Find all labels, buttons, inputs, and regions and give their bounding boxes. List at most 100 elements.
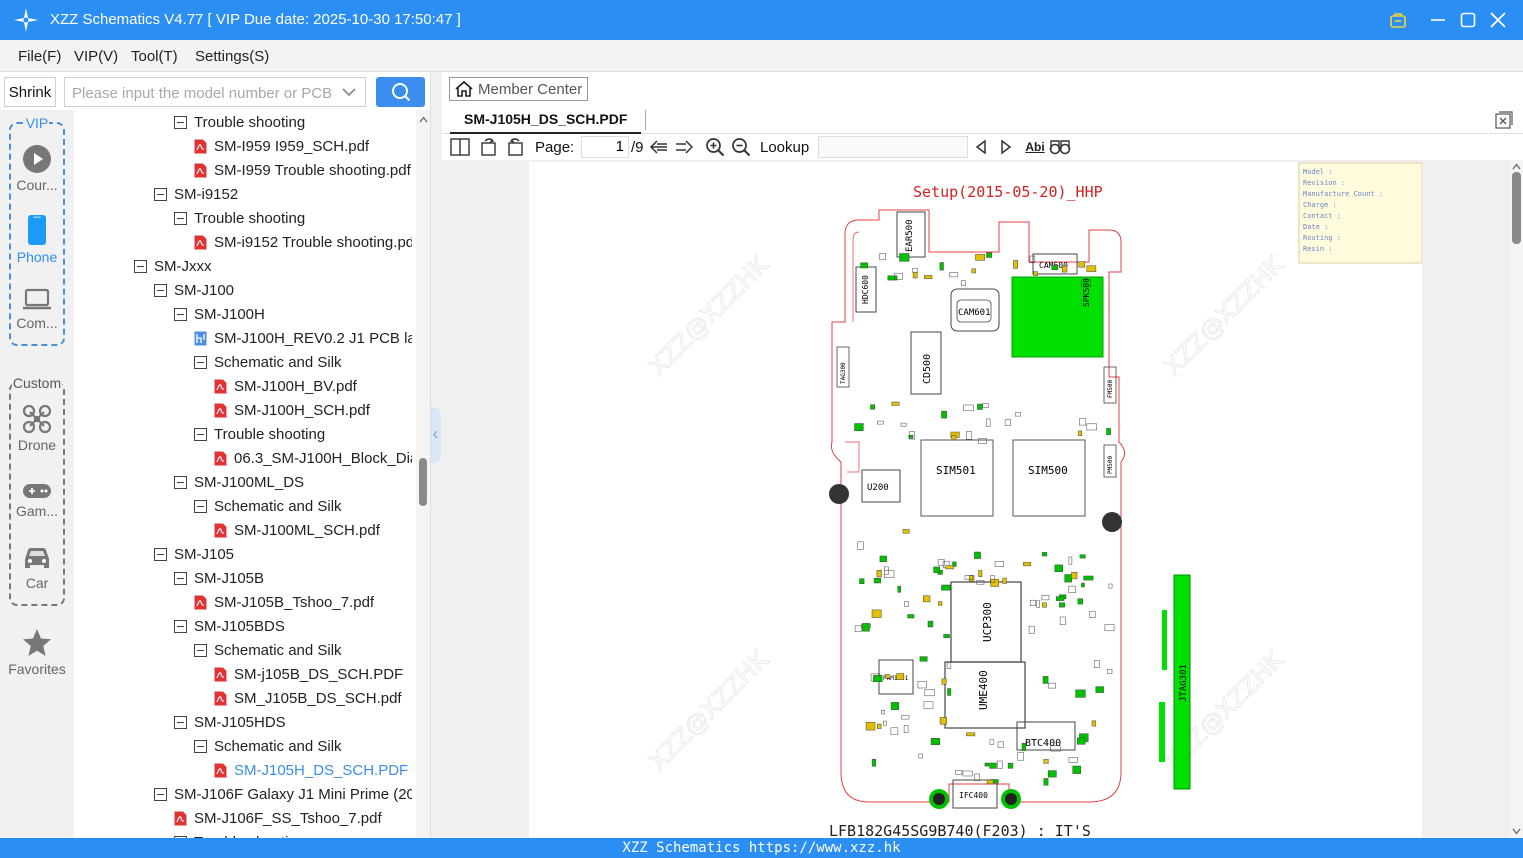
tree-file-node[interactable]: SM-J100ML_SCH.pdf [214, 518, 380, 542]
tree-folder-node[interactable]: SM-J100 [154, 278, 234, 302]
lookup-input[interactable] [818, 136, 968, 158]
tree-folder-node[interactable]: Schematic and Silk [194, 638, 342, 662]
collapse-toggle-icon[interactable] [174, 571, 187, 585]
collapse-toggle-icon[interactable] [194, 739, 207, 753]
menu-file[interactable]: File(F) [18, 48, 61, 65]
tree-file-node[interactable]: SM-j105B_DS_SCH.PDF [214, 662, 403, 686]
collapse-toggle-icon[interactable] [174, 211, 187, 225]
collapse-toggle-icon[interactable] [194, 499, 207, 513]
rail-item-favorites[interactable]: Favorites [0, 628, 74, 677]
tree-folder-node[interactable]: Trouble shooting [174, 110, 305, 134]
tree-file-node[interactable]: SM_J105B_DS_SCH.pdf [214, 686, 402, 710]
tab-sm-j105h-ds-sch[interactable]: SM-J105H_DS_SCH.PDF [450, 106, 642, 134]
collapse-toggle-icon[interactable] [194, 643, 207, 657]
tree-folder-node[interactable]: SM-J105BDS [174, 614, 285, 638]
tree-folder-node[interactable]: Schematic and Silk [194, 494, 342, 518]
tree-file-node[interactable]: SM-J100H_BV.pdf [214, 374, 357, 398]
tree-folder-node[interactable]: SM-J105HDS [174, 710, 286, 734]
minimize-icon[interactable] [1426, 8, 1450, 32]
tree-file-node[interactable]: SM-J106F_SS_Tshoo_7.pdf [174, 806, 382, 830]
page-number-input[interactable]: 1 [581, 136, 629, 158]
collapse-toggle-icon[interactable] [174, 307, 187, 321]
tree-folder-node[interactable]: SM-J100ML_DS [174, 470, 304, 494]
match-case-button[interactable]: Abi [1023, 137, 1047, 157]
pdf-file-icon [214, 451, 227, 465]
rail-item-car[interactable]: Car [0, 546, 74, 591]
tree-scroll-thumb[interactable] [419, 458, 427, 506]
tree-folder-node[interactable]: SM-i9152 [154, 182, 238, 206]
toggle-sidebar-icon[interactable] [449, 137, 471, 157]
prev-page-icon[interactable] [648, 137, 670, 157]
collapse-toggle-icon[interactable] [154, 187, 167, 201]
close-icon[interactable] [1486, 8, 1510, 32]
collapse-toggle-icon[interactable] [174, 115, 187, 129]
viewer-scrollbar[interactable] [1510, 160, 1523, 838]
splitter-handle[interactable] [431, 407, 441, 463]
rail-item-drone[interactable]: Drone [0, 404, 74, 453]
menu-tool[interactable]: Tool(T) [131, 48, 178, 65]
collapse-toggle-icon[interactable] [194, 427, 207, 441]
tree-file-node[interactable]: SM-J100H_REV0.2 J1 PCB layout [194, 326, 412, 350]
collapse-toggle-icon[interactable] [134, 259, 147, 273]
rail-item-courses[interactable]: Cour... [0, 144, 74, 193]
shrink-button[interactable]: Shrink [4, 77, 56, 107]
pdf-page: Model : Revision : Manufacture Count : Char… [529, 162, 1423, 838]
find-next-icon[interactable] [997, 137, 1015, 157]
smd-pad [923, 701, 934, 709]
tree-folder-node[interactable]: SM-J100H [174, 302, 265, 326]
tree-file-node[interactable]: SM-J105B_Tshoo_7.pdf [194, 590, 374, 614]
tree-folder-node[interactable]: Schematic and Silk [194, 734, 342, 758]
collapse-toggle-icon[interactable] [154, 547, 167, 561]
scroll-up-icon[interactable] [419, 116, 428, 123]
title-block-field: Manufacture Count : [1303, 190, 1383, 198]
chevron-down-icon[interactable] [342, 86, 356, 98]
model-search-input[interactable] [72, 83, 334, 103]
rotate-left-icon[interactable] [478, 137, 500, 157]
tree-file-node[interactable]: SM-J105H_DS_SCH.PDF [214, 758, 408, 782]
zoom-in-icon[interactable] [704, 137, 726, 157]
search-button[interactable] [376, 77, 425, 107]
vip-badge-icon[interactable] [1386, 8, 1410, 32]
panel-splitter[interactable] [430, 72, 442, 838]
zoom-out-icon[interactable] [730, 137, 752, 157]
smd-pad [924, 689, 935, 697]
collapse-toggle-icon[interactable] [194, 355, 207, 369]
find-previous-icon[interactable] [972, 137, 990, 157]
tree-folder-node[interactable]: SM-Jxxx [134, 254, 212, 278]
rail-item-games[interactable]: Gam... [0, 482, 74, 519]
tree-folder-node[interactable]: Schematic and Silk [194, 350, 342, 374]
pdf-viewer[interactable]: Model : Revision : Manufacture Count : Char… [442, 160, 1510, 838]
scroll-down-icon[interactable] [1512, 828, 1521, 835]
tree-scrollbar[interactable] [416, 110, 430, 838]
find-all-icon[interactable] [1049, 137, 1071, 157]
menu-settings[interactable]: Settings(S) [195, 48, 269, 65]
tree-folder-node[interactable]: Trouble shooting [194, 422, 325, 446]
viewer-scroll-thumb[interactable] [1512, 172, 1521, 244]
tree-file-node[interactable]: SM-I959 Trouble shooting.pdf [194, 158, 411, 182]
collapse-toggle-icon[interactable] [154, 283, 167, 297]
collapse-toggle-icon[interactable] [174, 619, 187, 633]
tree-folder-node[interactable]: SM-J105 [154, 542, 234, 566]
tree-file-node[interactable]: 06.3_SM-J100H_Block_Diagram [214, 446, 412, 470]
collapse-toggle-icon[interactable] [174, 715, 187, 729]
title-block-field: Contact : [1303, 212, 1341, 220]
tree-file-node[interactable]: SM-J100H_SCH.pdf [214, 398, 370, 422]
maximize-icon[interactable] [1456, 8, 1480, 32]
tree-folder-node[interactable]: Trouble shooting [174, 206, 305, 230]
member-center-button[interactable]: Member Center [449, 77, 588, 101]
scroll-up-icon[interactable] [1512, 163, 1521, 170]
collapse-toggle-icon[interactable] [154, 787, 167, 801]
model-search-combo[interactable] [64, 77, 366, 107]
collapse-toggle-icon[interactable] [174, 475, 187, 489]
tree-folder-node[interactable]: SM-J106F Galaxy J1 Mini Prime (2016) [154, 782, 412, 806]
close-all-tabs-icon[interactable] [1495, 111, 1513, 129]
tree-file-node[interactable]: SM-i9152 Trouble shooting.pdf [194, 230, 412, 254]
menu-vip[interactable]: VIP(V) [74, 48, 118, 65]
tree-folder-node[interactable]: SM-J105B [174, 566, 264, 590]
tree-folder-node[interactable]: Trouble shooting [174, 830, 305, 838]
next-page-icon[interactable] [673, 137, 695, 157]
rail-item-phone[interactable]: Phone [0, 214, 74, 265]
rail-item-computer[interactable]: Com... [0, 288, 74, 331]
tree-file-node[interactable]: SM-I959 I959_SCH.pdf [194, 134, 369, 158]
rotate-right-icon[interactable] [504, 137, 526, 157]
